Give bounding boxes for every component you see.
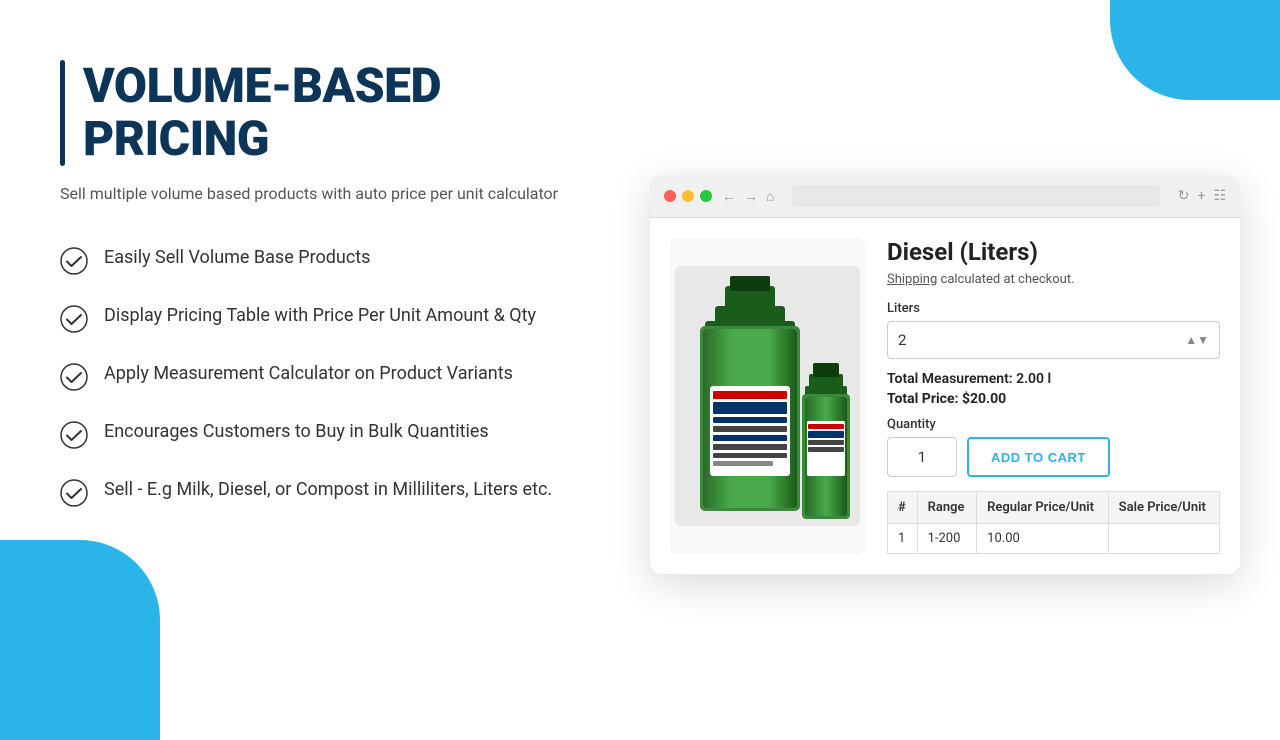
select-arrow-icon: ▲▼: [1185, 333, 1209, 347]
liters-label: Liters: [887, 301, 1220, 316]
browser-nav: ← → ⌂: [722, 188, 774, 205]
quantity-input[interactable]: 1: [887, 437, 957, 477]
browser-search-bar[interactable]: [792, 185, 1159, 207]
table-header-sale: Sale Price/Unit: [1108, 492, 1219, 524]
dot-yellow[interactable]: [682, 190, 694, 202]
total-measurement: Total Measurement: 2.00 l: [887, 371, 1220, 387]
check-icon-4: [60, 421, 88, 449]
feature-item-1: Easily Sell Volume Base Products: [60, 245, 560, 275]
table-header-regular: Regular Price/Unit: [977, 492, 1109, 524]
dot-green[interactable]: [700, 190, 712, 202]
right-panel: ← → ⌂ ↻ + ☷: [650, 175, 1240, 574]
add-tab-icon[interactable]: +: [1197, 188, 1205, 204]
liters-value: 2: [898, 331, 906, 349]
table-row: 1 1-200 10.00: [888, 524, 1220, 554]
total-price: Total Price: $20.00: [887, 391, 1220, 407]
table-cell-num: 1: [888, 524, 918, 554]
product-details: Diesel (Liters) Shipping calculated at c…: [865, 238, 1220, 554]
browser-dots: [664, 190, 712, 202]
browser-window: ← → ⌂ ↻ + ☷: [650, 175, 1240, 574]
menu-icon[interactable]: ☷: [1213, 188, 1226, 204]
add-to-cart-button[interactable]: ADD TO CART: [967, 437, 1110, 477]
main-title: Volume-Based Pricing: [83, 60, 560, 166]
quantity-label: Quantity: [887, 417, 1220, 432]
shipping-link[interactable]: Shipping: [887, 272, 937, 287]
browser-actions: ↻ + ☷: [1178, 188, 1226, 204]
liters-select[interactable]: 2 ▲▼: [887, 321, 1220, 359]
product-page: Diesel (Liters) Shipping calculated at c…: [650, 218, 1240, 574]
table-header-range: Range: [917, 492, 977, 524]
dot-red[interactable]: [664, 190, 676, 202]
product-title: Diesel (Liters): [887, 238, 1220, 266]
table-cell-regular: 10.00: [977, 524, 1109, 554]
feature-text-3: Apply Measurement Calculator on Product …: [104, 361, 513, 387]
check-icon-2: [60, 305, 88, 333]
feature-text-1: Easily Sell Volume Base Products: [104, 245, 370, 271]
refresh-icon[interactable]: ↻: [1178, 188, 1190, 204]
browser-bar: ← → ⌂ ↻ + ☷: [650, 175, 1240, 218]
table-cell-sale: [1108, 524, 1219, 554]
feature-text-5: Sell - E.g Milk, Diesel, or Compost in M…: [104, 477, 552, 503]
title-bar: [60, 60, 65, 166]
product-image-svg: [675, 266, 860, 526]
check-icon-3: [60, 363, 88, 391]
nav-back[interactable]: ←: [722, 188, 736, 205]
feature-item-2: Display Pricing Table with Price Per Uni…: [60, 303, 560, 333]
quantity-row: 1 ADD TO CART: [887, 437, 1220, 477]
product-image-area: [670, 238, 865, 554]
nav-forward[interactable]: →: [744, 188, 758, 205]
pricing-table: # Range Regular Price/Unit Sale Price/Un…: [887, 491, 1220, 554]
blob-top-right: [1110, 0, 1280, 100]
shipping-text: calculated at checkout.: [941, 272, 1075, 287]
feature-item-3: Apply Measurement Calculator on Product …: [60, 361, 560, 391]
feature-item-5: Sell - E.g Milk, Diesel, or Compost in M…: [60, 477, 560, 507]
check-icon-5: [60, 479, 88, 507]
feature-text-4: Encourages Customers to Buy in Bulk Quan…: [104, 419, 489, 445]
shipping-line: Shipping calculated at checkout.: [887, 272, 1220, 287]
quantity-value: 1: [918, 448, 926, 466]
feature-text-2: Display Pricing Table with Price Per Uni…: [104, 303, 536, 329]
features-list: Easily Sell Volume Base Products Display…: [60, 245, 560, 507]
check-icon-1: [60, 247, 88, 275]
table-cell-range: 1-200: [917, 524, 977, 554]
table-header-row: # Range Regular Price/Unit Sale Price/Un…: [888, 492, 1220, 524]
table-header-num: #: [888, 492, 918, 524]
title-block: Volume-Based Pricing: [60, 60, 560, 166]
feature-item-4: Encourages Customers to Buy in Bulk Quan…: [60, 419, 560, 449]
nav-home[interactable]: ⌂: [766, 188, 774, 205]
left-panel: Volume-Based Pricing Sell multiple volum…: [0, 0, 610, 720]
subtitle: Sell multiple volume based products with…: [60, 184, 560, 203]
